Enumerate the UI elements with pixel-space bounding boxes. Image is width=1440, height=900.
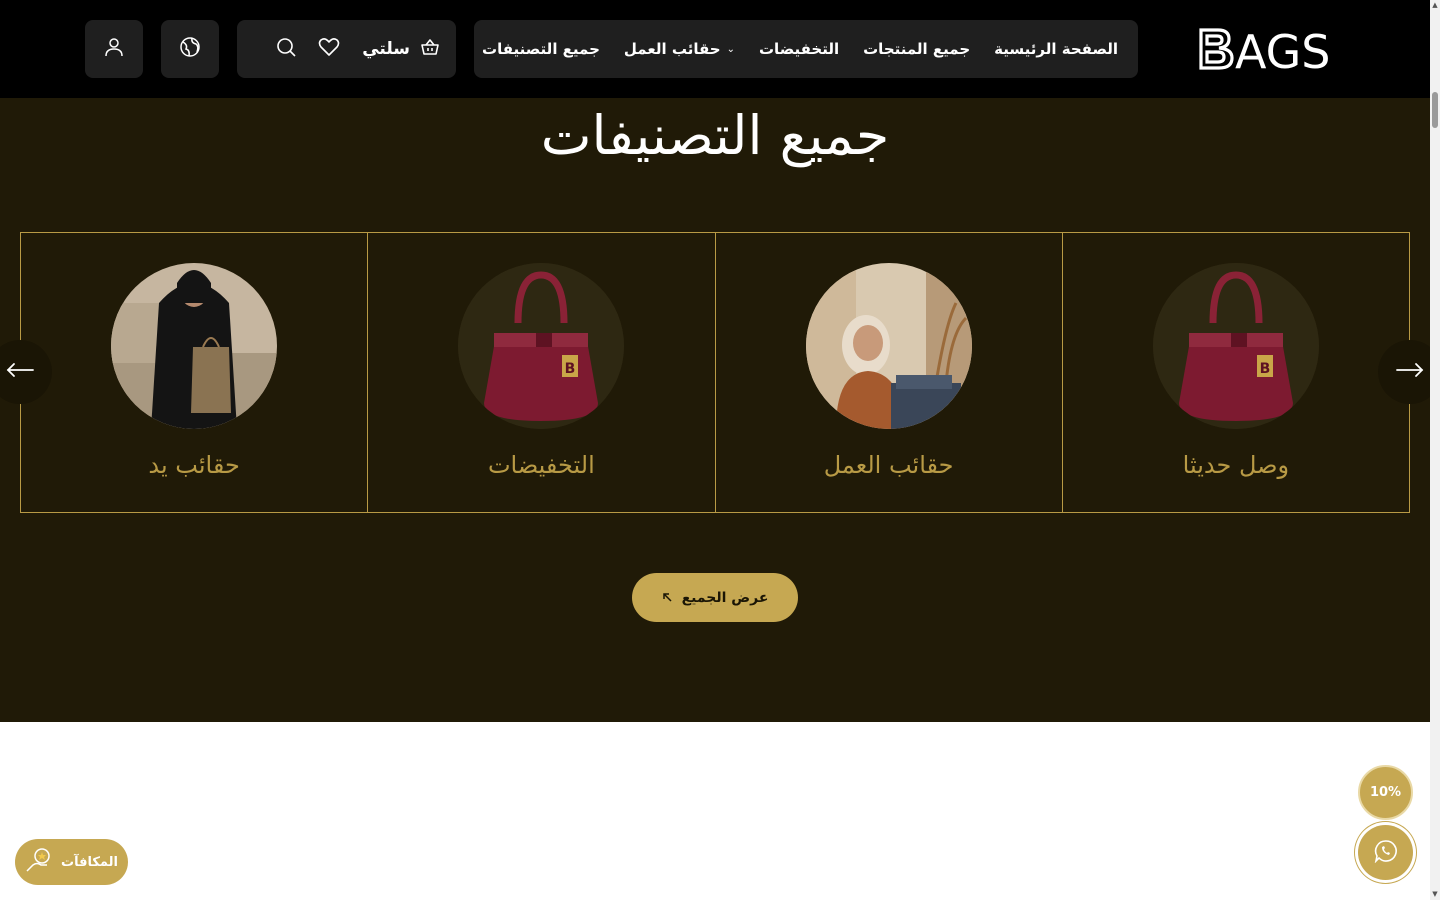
wishlist-button[interactable]	[318, 37, 340, 61]
bags-logo-icon: AGS	[1199, 26, 1331, 72]
header-tools: سلتي	[237, 20, 456, 78]
nav-all-products-label: جميع المنتجات	[863, 40, 971, 58]
rewards-hand-icon	[25, 847, 53, 877]
nav-sales-label: التخفيضات	[758, 40, 840, 58]
category-image: B	[458, 263, 625, 429]
site-header: AGS الصفحة الرئيسية جميع المنتجات التخفي…	[0, 0, 1430, 98]
nav-sales[interactable]: التخفيضات	[759, 40, 839, 58]
nav-all-categories[interactable]: جميع التصنيفات	[482, 40, 600, 58]
nav-all-categories-label: جميع التصنيفات	[482, 40, 600, 58]
category-label: حقائب يد	[148, 451, 240, 479]
cart-label: سلتي	[362, 39, 410, 59]
category-image	[805, 263, 972, 429]
nav-home-label: الصفحة الرئيسية	[994, 40, 1118, 58]
category-label: وصل حديثا	[1182, 451, 1290, 479]
svg-text:B: B	[1260, 361, 1271, 377]
categories-carousel: B وصل حديثا حقائب العمل B التخفيضات حقائ…	[20, 232, 1410, 513]
whatsapp-button[interactable]	[1358, 825, 1413, 880]
svg-text:B: B	[565, 361, 576, 377]
rewards-button[interactable]: المكافآت	[15, 839, 128, 885]
section-title: جميع التصنيفات	[540, 104, 890, 167]
nav-work-bags-label: حقائب العمل	[623, 40, 721, 58]
heart-icon	[318, 37, 340, 61]
category-label: حقائب العمل	[823, 451, 954, 479]
chevron-down-icon: ⌄	[726, 43, 735, 55]
category-card-sales[interactable]: B التخفيضات	[367, 233, 714, 512]
language-button[interactable]	[161, 20, 219, 78]
basket-icon	[420, 38, 440, 61]
logo[interactable]: AGS	[1198, 26, 1348, 72]
nav-work-bags[interactable]: حقائب العمل ⌄	[624, 40, 735, 58]
svg-text:AGS: AGS	[1235, 26, 1331, 72]
rewards-label: المكافآت	[61, 854, 118, 870]
categories-section: جميع التصنيفات B وصل حديثا حقائب العمل B…	[0, 98, 1440, 722]
page-scrollbar[interactable]: ▲ ▼	[1430, 0, 1440, 900]
arrow-up-left-icon	[662, 590, 672, 606]
nav-all-products[interactable]: جميع المنتجات	[863, 40, 970, 58]
search-icon	[276, 37, 296, 61]
main-nav: الصفحة الرئيسية جميع المنتجات التخفيضات …	[474, 20, 1138, 78]
category-card-new-arrivals[interactable]: B وصل حديثا	[1061, 233, 1409, 512]
category-card-handbags[interactable]: حقائب يد	[21, 233, 367, 512]
category-image: B	[1152, 263, 1319, 429]
arrow-left-icon	[5, 362, 35, 382]
scroll-up-icon[interactable]: ▲	[1431, 1, 1439, 9]
user-icon	[104, 37, 124, 61]
category-label: التخفيضات	[487, 451, 595, 479]
nav-home[interactable]: الصفحة الرئيسية	[994, 40, 1118, 58]
cart-button[interactable]: سلتي	[362, 38, 440, 61]
view-all-label: عرض الجميع	[681, 589, 769, 606]
search-button[interactable]	[276, 37, 296, 61]
scroll-down-icon[interactable]: ▼	[1431, 890, 1439, 898]
view-all-button[interactable]: عرض الجميع	[632, 573, 798, 622]
account-button[interactable]	[85, 20, 143, 78]
category-image	[111, 263, 278, 429]
globe-icon	[179, 36, 201, 62]
discount-badge[interactable]: 10%	[1358, 765, 1413, 820]
category-card-work-bags[interactable]: حقائب العمل	[714, 233, 1062, 512]
scroll-thumb[interactable]	[1432, 92, 1438, 128]
arrow-right-icon	[1395, 362, 1425, 382]
whatsapp-icon	[1374, 839, 1398, 867]
